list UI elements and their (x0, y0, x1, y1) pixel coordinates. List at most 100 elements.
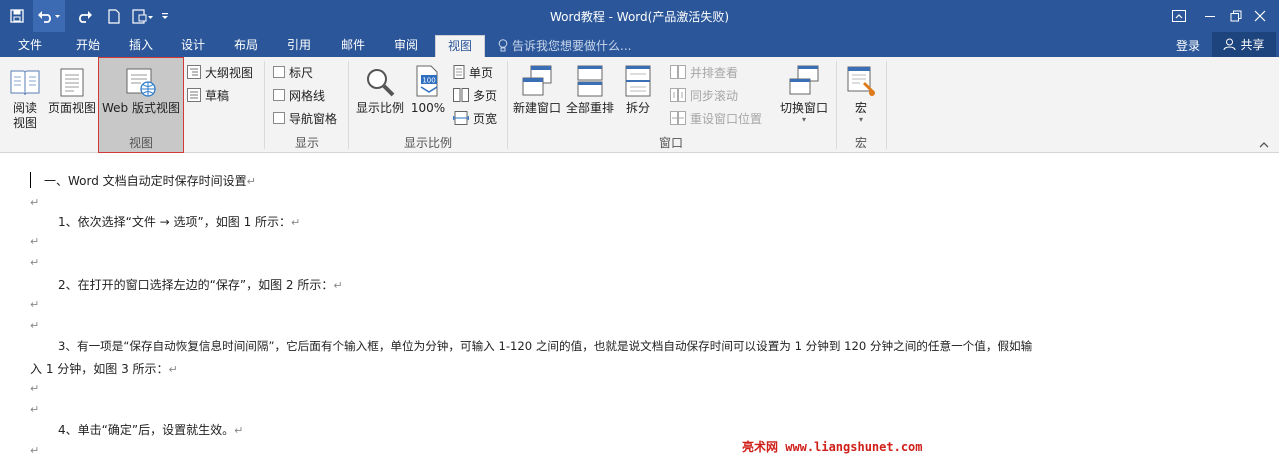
close-icon[interactable] (1240, 0, 1279, 32)
watermark: 亮术网 www.liangshunet.com (742, 440, 923, 454)
new-window-button[interactable]: 新建窗口 (510, 61, 564, 116)
collapse-ribbon-icon[interactable] (1259, 137, 1269, 151)
view-side-by-side-button[interactable]: 并排查看 (670, 62, 738, 82)
outline-icon (187, 65, 201, 79)
read-mode-label: 阅读 视图 (12, 101, 37, 130)
nav-pane-label: 导航窗格 (289, 111, 338, 126)
paragraph-mark: ↵ (30, 256, 40, 269)
macros-button[interactable]: 宏 ▾ (840, 61, 882, 124)
redo-icon[interactable] (74, 0, 96, 32)
nav-pane-checkbox[interactable]: 导航窗格 (273, 108, 337, 128)
draft-button[interactable]: 草稿 (187, 85, 229, 105)
side-by-side-icon (670, 65, 686, 79)
synchronous-scrolling-button[interactable]: 同步滚动 (670, 85, 738, 105)
sign-in-link[interactable]: 登录 (1176, 37, 1200, 54)
paragraph-mark: ↵ (30, 196, 40, 209)
ruler-label: 标尺 (289, 65, 314, 80)
paragraph-mark: ↵ (168, 363, 178, 376)
document-body[interactable]: 一、Word 文档自动定时保存时间设置↵ ↵ 1、依次选择“文件 → 选项”，如… (0, 154, 1279, 464)
paragraph-mark: ↵ (246, 175, 256, 188)
multiple-pages-icon (453, 88, 469, 102)
ribbon-view: 阅读 视图 页面视图 Web 版式视图 大纲视图 草稿 视图 标尺 网格线 导航… (0, 57, 1279, 153)
magnifier-icon (354, 61, 406, 97)
chevron-down-icon: ▾ (858, 115, 863, 124)
paragraph-mark: ↵ (30, 403, 40, 416)
show-group-label: 显示 (294, 136, 319, 150)
group-separator (264, 61, 265, 149)
group-separator (836, 61, 837, 149)
tab-view[interactable]: 视图 (435, 35, 485, 57)
undo-icon[interactable] (33, 0, 65, 32)
svg-text:100: 100 (422, 77, 435, 85)
tell-me-search[interactable]: 告诉我您想要做什么... (498, 37, 631, 54)
sync-scroll-label: 同步滚动 (690, 88, 739, 103)
tab-home[interactable]: 开始 (64, 35, 112, 57)
split-button[interactable]: 拆分 (618, 61, 658, 116)
new-window-icon (510, 61, 564, 97)
touch-mode-icon[interactable] (130, 0, 156, 32)
switch-windows-icon (776, 61, 832, 97)
paragraph-mark: ↵ (30, 319, 40, 332)
window-group-label: 窗口 (658, 136, 683, 150)
arrange-all-button[interactable]: 全部重排 (564, 61, 616, 116)
tab-references[interactable]: 引用 (276, 35, 322, 57)
paragraph-mark: ↵ (30, 444, 40, 457)
arrange-all-label: 全部重排 (565, 101, 614, 115)
switch-windows-label: 切换窗口 (779, 101, 828, 115)
print-layout-button[interactable]: 页面视图 (46, 61, 98, 116)
tab-insert[interactable]: 插入 (118, 35, 164, 57)
macros-label: 宏 (854, 101, 867, 115)
save-icon[interactable] (6, 0, 28, 32)
person-icon (1223, 38, 1236, 51)
web-layout-label: Web 版式视图 (102, 101, 180, 115)
paragraph-2: 2、在打开的窗口选择左边的“保存”，如图 2 所示：↵ (58, 276, 343, 293)
lightbulb-icon (498, 39, 508, 52)
zoom-100-icon: 100 (408, 61, 448, 97)
tab-review[interactable]: 审阅 (383, 35, 429, 57)
outline-button[interactable]: 大纲视图 (187, 62, 253, 82)
draft-icon (187, 88, 201, 102)
split-label: 拆分 (625, 101, 650, 115)
print-layout-label: 页面视图 (47, 101, 96, 115)
outline-label: 大纲视图 (205, 65, 254, 80)
web-layout-button[interactable]: Web 版式视图 (99, 61, 183, 116)
zoom-100-label: 100% (410, 101, 446, 115)
tab-mailings[interactable]: 邮件 (330, 35, 376, 57)
new-document-icon[interactable] (104, 0, 124, 32)
reset-window-position-button[interactable]: 重设窗口位置 (670, 108, 762, 128)
switch-windows-button[interactable]: 切换窗口 ▾ (776, 61, 832, 124)
one-page-button[interactable]: 单页 (453, 62, 493, 82)
tab-file[interactable]: 文件 (8, 35, 52, 57)
zoom-button[interactable]: 显示比例 (354, 61, 406, 116)
tab-layout[interactable]: 布局 (223, 35, 269, 57)
paragraph-mark: ↵ (30, 382, 40, 395)
macros-icon (840, 61, 882, 97)
paragraph-4-text: 4、单击“确定”后，设置就生效。 (58, 423, 235, 437)
multiple-pages-button[interactable]: 多页 (453, 85, 497, 105)
paragraph-3-text: 入 1 分钟，如图 3 所示： (30, 362, 169, 376)
share-label: 共享 (1240, 38, 1265, 52)
ruler-checkbox[interactable]: 标尺 (273, 62, 313, 82)
group-separator (886, 61, 887, 149)
paragraph-mark: ↵ (30, 298, 40, 311)
page-width-icon (453, 111, 469, 125)
zoom-100-button[interactable]: 100 100% (408, 61, 448, 116)
gridlines-check-box[interactable] (273, 89, 285, 101)
gridlines-checkbox[interactable]: 网格线 (273, 85, 325, 105)
ruler-check-box[interactable] (273, 66, 285, 78)
chevron-down-icon: ▾ (801, 115, 806, 124)
paragraph-3-line-2: 入 1 分钟，如图 3 所示：↵ (30, 360, 178, 377)
read-mode-icon (4, 61, 46, 97)
zoom-label: 显示比例 (355, 101, 404, 115)
page-width-label: 页宽 (473, 111, 498, 126)
tab-design[interactable]: 设计 (170, 35, 216, 57)
read-mode-button[interactable]: 阅读 视图 (4, 61, 46, 131)
customize-qat-icon[interactable] (158, 0, 172, 32)
zoom-group-label: 显示比例 (403, 136, 452, 150)
nav-pane-check-box[interactable] (273, 112, 285, 124)
page-width-button[interactable]: 页宽 (453, 108, 497, 128)
share-button[interactable]: 共享 (1212, 32, 1276, 57)
paragraph-1: 1、依次选择“文件 → 选项”，如图 1 所示：↵ (58, 213, 300, 230)
macros-group-label: 宏 (854, 136, 867, 150)
new-window-label: 新建窗口 (512, 101, 561, 115)
